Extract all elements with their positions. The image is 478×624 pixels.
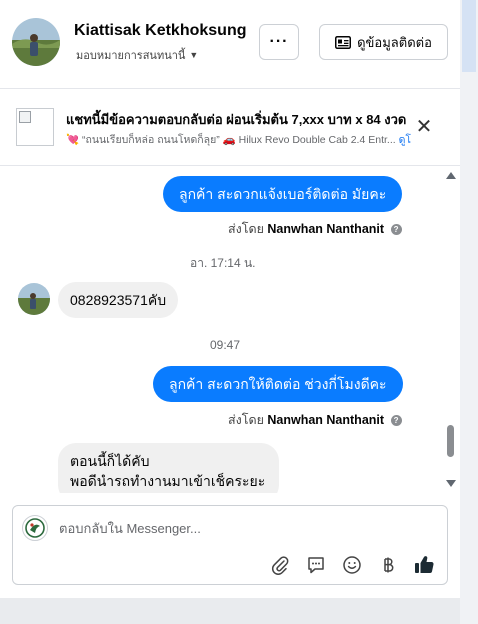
reply-input[interactable] [59,518,419,538]
close-icon[interactable]: ✕ [414,117,434,137]
outgoing-message[interactable]: ลูกค้า สะดวกให้ติดต่อ ช่วงกี่โมงดีคะ [153,366,403,402]
like-icon[interactable] [411,552,437,578]
assign-conversation-label: มอบหมายการสนทนานี้ [76,50,186,62]
more-icon: ··· [269,33,289,50]
contact-avatar[interactable] [12,18,60,66]
incoming-message-line: ตอนนี้ก็ได้คับ [70,453,150,469]
reply-composer [12,505,448,585]
broken-image-icon [19,111,31,123]
view-contact-label: ดูข้อมูลติดต่อ [357,34,432,50]
page-avatar [22,515,48,541]
ad-subtitle: 💘 “ถนนเรียบก็หล่อ ถนนโหดก็ลุย” 🚗 Hilux R… [66,131,436,148]
emoji-icon[interactable] [339,552,365,578]
right-edge-panel [460,0,478,624]
outgoing-message[interactable]: ลูกค้า สะดวกแจ้งเบอร์ติดต่อ มัยคะ [163,176,403,212]
scroll-down-arrow-icon[interactable] [446,480,456,487]
sent-by-name: Nanwhan Nanthanit [267,222,385,236]
view-contact-button[interactable]: ดูข้อมูลติดต่อ [319,24,448,60]
incoming-message-line: พอดีนำรถทำงานมาเข้าเช็คระยะ [70,473,266,489]
ad-model-text: Hilux Revo Double Cab 2.4 Entr... [238,134,396,146]
sent-by-name: Nanwhan Nanthanit [267,413,385,427]
ad-thumbnail[interactable] [16,108,54,146]
conversation-header: Kiattisak Ketkhoksung มอบหมายการสนทนานี้… [0,0,460,89]
heart-emoji: 💘 [66,134,80,146]
info-icon[interactable]: ? [390,415,402,427]
baht-icon[interactable] [375,552,401,578]
contact-avatar-small[interactable] [18,283,50,315]
scroll-up-arrow-icon[interactable] [446,172,456,179]
sent-by-prefix: ส่งโดย [228,222,264,236]
sent-by-label: ส่งโดย Nanwhan Nanthanit ? [228,410,402,430]
caret-down-icon: ▼ [189,50,199,60]
conversation-panel: Kiattisak Ketkhoksung มอบหมายการสนทนานี้… [0,0,460,598]
ad-subtitle-text: “ถนนเรียบก็หล่อ ถนนโหดก็ลุย” [82,134,220,146]
contact-name: Kiattisak Ketkhoksung [74,22,247,39]
scrollbar-thumb[interactable] [447,425,454,457]
ad-title: แชทนี้มีข้อความตอบกลับต่อ ผ่อนเริ่มต้น 7… [66,112,407,127]
right-edge-highlight [462,0,476,72]
message-timestamp: 09:47 [210,338,241,352]
ad-view-link[interactable]: ดูโ [399,134,411,146]
more-options-button[interactable]: ··· [259,24,299,60]
saved-reply-icon[interactable] [303,552,329,578]
ad-reference-bar: แชทนี้มีข้อความตอบกลับต่อ ผ่อนเริ่มต้น 7… [0,89,460,166]
assign-conversation-dropdown[interactable]: มอบหมายการสนทนานี้ ▼ [76,46,198,64]
message-scrollbar[interactable] [442,166,458,493]
contact-card-icon [335,35,352,49]
incoming-message[interactable]: ตอนนี้ก็ได้คับ พอดีนำรถทำงานมาเข้าเช็คระ… [58,443,280,493]
sent-by-label: ส่งโดย Nanwhan Nanthanit ? [228,219,402,239]
incoming-message[interactable]: 0828923571คับ [58,282,179,318]
message-list: ลูกค้า สะดวกแจ้งเบอร์ติดต่อ มัยคะ ส่งโดย… [0,166,460,493]
composer-toolbar [267,552,437,578]
message-timestamp: อา. 17:14 น. [190,256,256,270]
sent-by-prefix: ส่งโดย [228,413,264,427]
info-icon[interactable]: ? [390,224,402,236]
car-emoji: 🚗 [222,134,236,146]
attachment-icon[interactable] [267,552,293,578]
